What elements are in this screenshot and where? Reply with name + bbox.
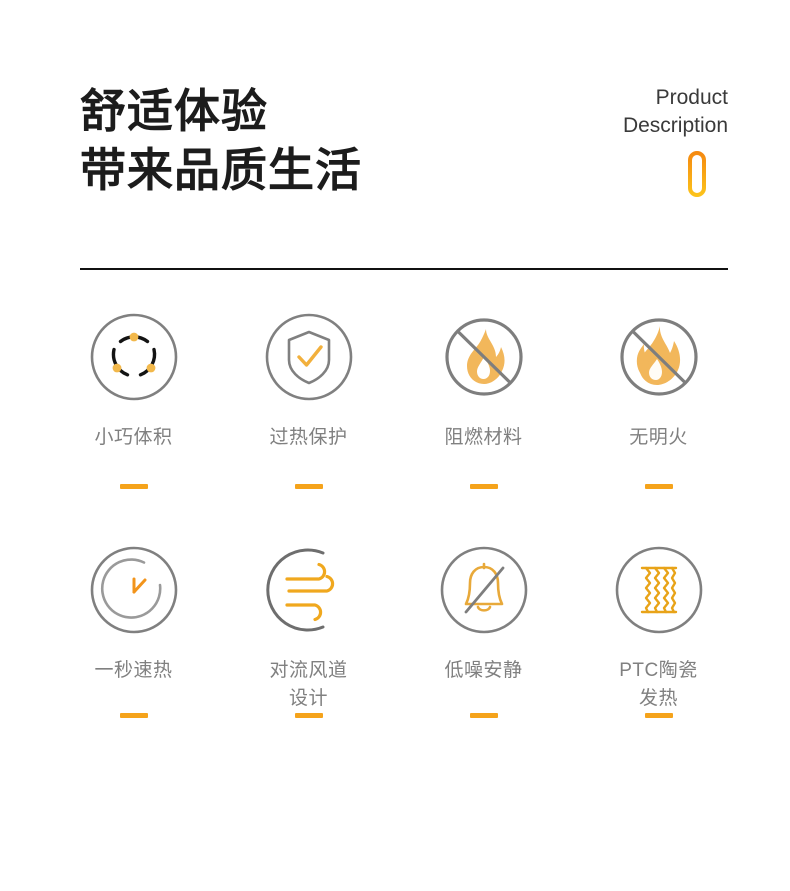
eyebrow-line-1: Product (655, 86, 728, 109)
feature-label: 过热保护 (269, 427, 348, 448)
feature-label-box: 低噪安静 (444, 635, 522, 691)
feature-underline-dash (294, 713, 323, 718)
feature-label: PTC陶瓷 发热 (619, 660, 698, 709)
headline-line-1: 舒适体验 (80, 85, 268, 137)
feature-item-fast-heating[interactable]: 一秒速热 (46, 545, 221, 718)
product-description-page: 舒适体验 带来品质生活 Product Description 小巧体积 过热保… (0, 0, 790, 891)
feature-label-box: 无明火 (629, 402, 688, 458)
feature-label: 无明火 (629, 427, 688, 448)
ptc-ceramic-heating-icon (614, 545, 704, 635)
feature-underline-dash (294, 484, 323, 489)
header-divider (80, 268, 728, 270)
no-open-fire-icon (614, 312, 704, 402)
feature-item-convection-airduct[interactable]: 对流风道 设计 (221, 545, 396, 718)
mute-bell-icon (439, 545, 529, 635)
feature-item-low-noise[interactable]: 低噪安静 (396, 545, 571, 718)
feature-underline-dash (119, 484, 148, 489)
headline-line-2: 带来品质生活 (80, 143, 362, 196)
airflow-convection-icon (264, 545, 354, 635)
feature-label-box: 阻燃材料 (444, 402, 522, 458)
page-title: 舒适体验 带来品质生活 (80, 82, 362, 200)
feature-underline-dash (469, 713, 498, 718)
compact-size-icon (89, 312, 179, 402)
feature-label: 一秒速热 (94, 660, 173, 681)
feature-underline-dash (469, 484, 498, 489)
feature-underline-dash (644, 484, 673, 489)
shield-check-icon (264, 312, 354, 402)
section-eyebrow: Product Description (623, 84, 728, 141)
feature-row-2: 一秒速热 对流风道 设计 低噪安静 PTC陶瓷 发热 (46, 545, 746, 718)
feature-label-box: 过热保护 (269, 402, 347, 458)
feature-grid: 小巧体积 过热保护 阻燃材料 无明火 一秒速热 对流风道 设计 低噪安静 PTC… (46, 312, 746, 718)
no-flame-slash-icon (439, 312, 529, 402)
eyebrow-line-2: Description (622, 114, 728, 138)
feature-underline-dash (119, 713, 148, 718)
feature-item-flame-retardant[interactable]: 阻燃材料 (396, 312, 571, 489)
feature-label: 对流风道 设计 (269, 660, 348, 709)
page-header: 舒适体验 带来品质生活 Product Description (80, 70, 728, 230)
feature-label-box: 一秒速热 (94, 635, 172, 691)
feature-item-ptc-ceramic-heating[interactable]: PTC陶瓷 发热 (571, 545, 746, 718)
feature-item-overheat-protection[interactable]: 过热保护 (221, 312, 396, 489)
feature-item-no-open-fire[interactable]: 无明火 (571, 312, 746, 489)
feature-label-box: 对流风道 设计 (269, 635, 347, 709)
feature-item-compact-size[interactable]: 小巧体积 (46, 312, 221, 489)
fast-heat-clock-icon (89, 545, 179, 635)
feature-label: 小巧体积 (94, 427, 173, 448)
feature-label: 低噪安静 (444, 660, 523, 681)
feature-label-box: PTC陶瓷 发热 (619, 635, 698, 709)
feature-label: 阻燃材料 (444, 427, 523, 448)
orange-pill-outline-icon (686, 150, 708, 198)
feature-label-box: 小巧体积 (94, 402, 172, 458)
feature-row-1: 小巧体积 过热保护 阻燃材料 无明火 (46, 312, 746, 489)
feature-underline-dash (644, 713, 673, 718)
